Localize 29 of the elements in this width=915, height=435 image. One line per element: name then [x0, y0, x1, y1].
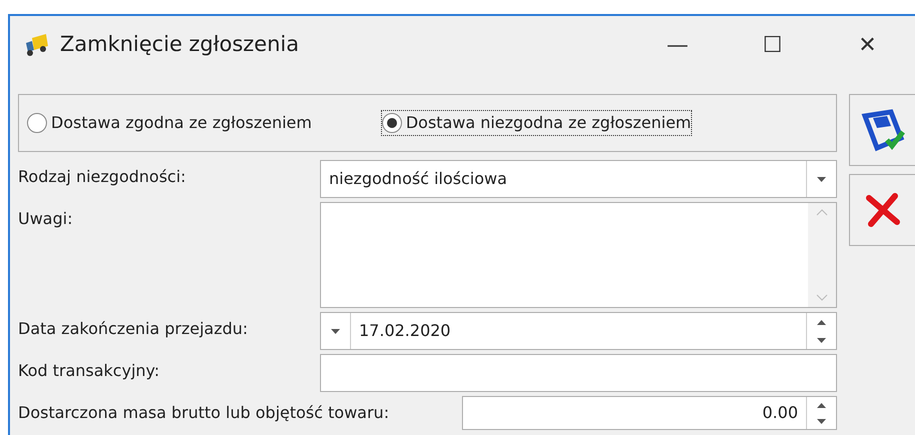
- radio-option[interactable]: Dostawa zgodna ze zgłoszeniem: [27, 111, 312, 135]
- caret-up-icon: [817, 320, 826, 324]
- chevron-down-icon: [816, 294, 828, 301]
- field-label: Uwagi:: [18, 208, 74, 230]
- truck-icon: [24, 34, 50, 56]
- maximize-button[interactable]: ☐: [725, 28, 820, 62]
- cancel-button[interactable]: [849, 174, 915, 246]
- dropdown-field[interactable]: niezgodność ilościowa: [320, 160, 837, 198]
- caret-down-icon: [331, 328, 340, 334]
- caret-down-icon: [817, 176, 826, 182]
- close-button[interactable]: ✕: [820, 28, 915, 62]
- radio-option[interactable]: Dostawa niezgodna ze zgłoszeniem: [382, 111, 692, 135]
- save-icon: [860, 108, 904, 152]
- window-title: Zamknięcie zgłoszenia: [60, 31, 299, 58]
- caret-down-icon: [817, 418, 826, 424]
- minimize-button[interactable]: —: [630, 28, 725, 62]
- save-button[interactable]: [849, 94, 915, 166]
- caret-up-icon: [817, 402, 826, 408]
- notes-field[interactable]: [320, 202, 837, 308]
- field-label: Kod transakcyjny:: [18, 360, 160, 382]
- close-icon: [864, 192, 900, 228]
- field-label: Dostarczona masa brutto lub objętość towaru:: [18, 402, 390, 424]
- chevron-up-icon: [816, 209, 828, 216]
- caret-down-icon: [817, 338, 826, 342]
- input-field[interactable]: [320, 354, 837, 392]
- field-label: Rodzaj niezgodności:: [18, 166, 187, 188]
- date-field[interactable]: 17.02.2020: [320, 312, 837, 350]
- field-label: Data zakończenia przejazdu:: [18, 318, 249, 340]
- number-field[interactable]: 0.00: [462, 396, 837, 430]
